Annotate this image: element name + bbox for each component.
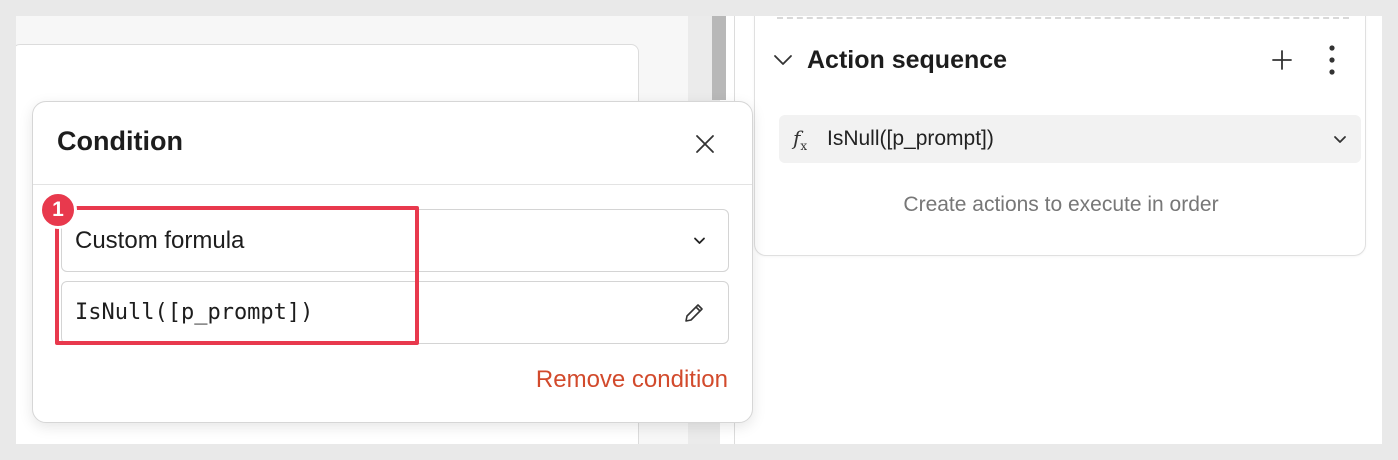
chevron-down-icon[interactable] [769, 46, 797, 74]
drop-zone-divider [777, 17, 1349, 19]
popover-divider [33, 184, 752, 185]
scrollbar-thumb[interactable] [712, 16, 726, 100]
more-options-button[interactable] [1315, 43, 1349, 77]
condition-formula-row[interactable]: fx IsNull([p_prompt]) [779, 115, 1361, 163]
add-action-button[interactable] [1265, 43, 1299, 77]
actions-panel: Action sequence fx IsNull([p_prompt]) Cr… [736, 16, 1382, 444]
condition-type-select[interactable]: Custom formula [61, 209, 729, 272]
close-button[interactable] [689, 128, 721, 160]
plus-icon [1272, 50, 1292, 70]
condition-type-value: Custom formula [75, 226, 245, 254]
close-icon [696, 135, 714, 153]
chevron-down-icon [694, 237, 705, 244]
empty-actions-hint: Create actions to execute in order [903, 193, 1219, 216]
action-sequence-title: Action sequence [807, 45, 1008, 74]
popover-title: Condition [57, 126, 183, 156]
pencil-icon[interactable] [682, 301, 706, 325]
fx-icon: fx [793, 125, 808, 153]
action-sequence-card: Action sequence fx IsNull([p_prompt]) Cr… [754, 16, 1366, 256]
more-vertical-icon [1329, 45, 1335, 75]
remove-condition-link[interactable]: Remove condition [536, 366, 728, 394]
chevron-down-icon [1334, 135, 1346, 143]
formula-field-value: IsNull([p_prompt]) [75, 300, 314, 325]
condition-popover: Condition Custom formula IsNull([p_promp… [32, 101, 753, 423]
condition-formula-text: IsNull([p_prompt]) [827, 127, 994, 150]
formula-field[interactable]: IsNull([p_prompt]) [61, 281, 729, 344]
action-sequence-header: Action sequence [769, 38, 1349, 82]
callout-badge: 1 [39, 191, 77, 229]
